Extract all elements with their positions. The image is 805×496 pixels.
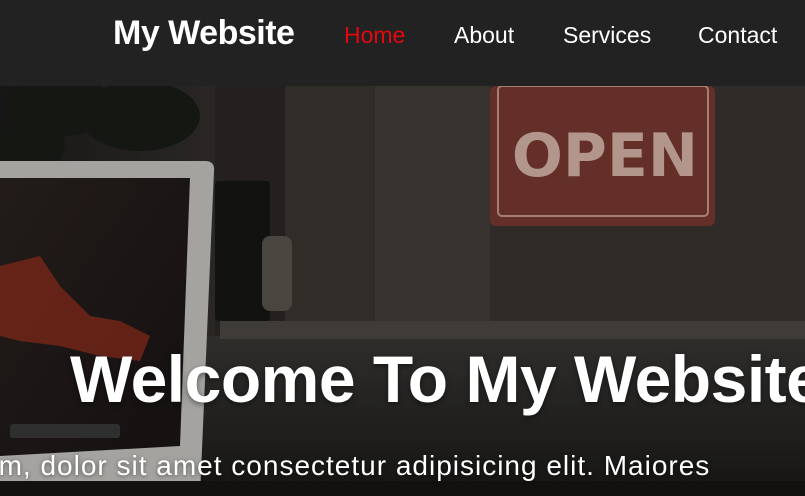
nav-links: Home About Services Contact (0, 22, 805, 52)
hero-section: OPEN Welcome To My Website um, dolor sit… (0, 86, 805, 496)
hero-text: um, dolor sit amet consectetur adipisici… (0, 450, 711, 481)
hero-title: Welcome To My Website (70, 342, 805, 416)
navbar: My Website Home About Services Contact (0, 0, 805, 86)
nav-link-contact[interactable]: Contact (698, 22, 777, 49)
nav-link-about[interactable]: About (454, 22, 514, 49)
nav-link-services[interactable]: Services (563, 22, 651, 49)
hero-overlay (0, 86, 805, 496)
nav-link-home[interactable]: Home (344, 22, 405, 49)
